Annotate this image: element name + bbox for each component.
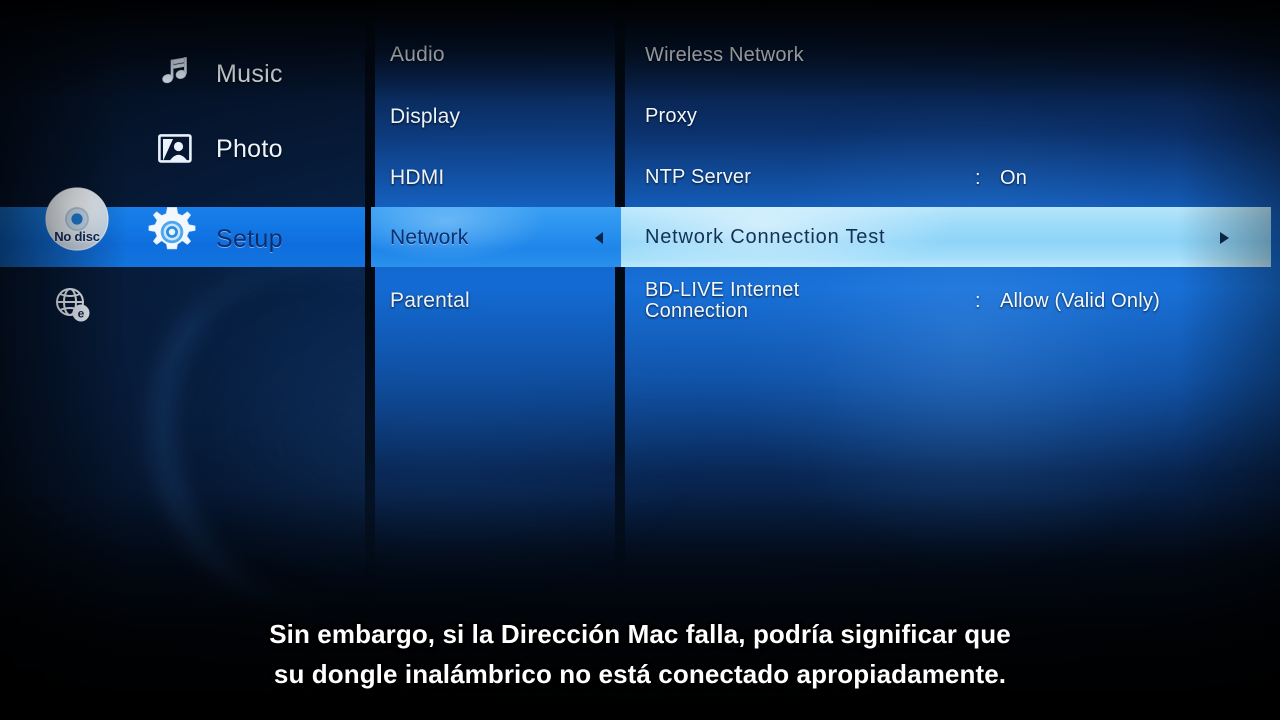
- main-menu-item-setup[interactable]: Setup: [148, 207, 283, 267]
- network-option-ntp-server[interactable]: NTP Server : On: [645, 155, 1265, 201]
- music-note-icon: [152, 51, 198, 97]
- main-menu-label-music: Music: [216, 59, 283, 88]
- network-option-bd-live-internet-connection[interactable]: BD-LIVE Internet Connection : Allow (Val…: [645, 276, 1265, 326]
- network-option-label-wireless-network: Wireless Network: [645, 44, 804, 67]
- setup-category-label-hdmi: HDMI: [390, 166, 445, 189]
- network-option-proxy[interactable]: Proxy: [645, 94, 1265, 140]
- svg-text:e: e: [78, 307, 85, 321]
- globe-e-icon: e: [56, 288, 90, 322]
- network-option-wireless-network[interactable]: Wireless Network: [645, 33, 1265, 79]
- main-menu-label-photo: Photo: [216, 134, 283, 163]
- network-option-value-bd-live: Allow (Valid Only): [1000, 290, 1160, 312]
- photo-frame-icon: [152, 126, 198, 172]
- network-option-colon-ntp-server: :: [975, 166, 981, 189]
- main-menu-item-photo[interactable]: Photo: [152, 121, 283, 177]
- network-option-label-network-connection-test: Network Connection Test: [645, 226, 886, 249]
- setup-category-label-audio: Audio: [390, 43, 445, 66]
- internet-icon-slot[interactable]: e: [50, 282, 96, 328]
- network-option-network-connection-test[interactable]: Network Connection Test: [645, 215, 1265, 261]
- setup-category-audio[interactable]: Audio: [390, 34, 615, 76]
- network-option-label-bd-live-internet-connection: BD-LIVE Internet Connection: [645, 278, 800, 322]
- network-option-colon-bd-live: :: [975, 290, 981, 312]
- subtitle-overlay: Sin embargo, si la Dirección Mac falla, …: [0, 615, 1280, 694]
- setup-category-display[interactable]: Display: [390, 96, 615, 138]
- main-menu-item-music[interactable]: Music: [152, 46, 283, 102]
- main-menu-label-setup: Setup: [216, 224, 283, 253]
- gear-icon: [148, 207, 198, 262]
- disc-icon: [45, 187, 109, 251]
- setup-category-label-display: Display: [390, 105, 461, 128]
- setup-category-label-network: Network: [390, 226, 469, 249]
- subtitle-line-2: su dongle inalámbrico no está conectado …: [273, 658, 1007, 689]
- disc-status-label: No disc: [54, 229, 100, 244]
- setup-category-network[interactable]: Network: [390, 217, 615, 259]
- chevron-right-icon: [1220, 232, 1229, 244]
- network-option-value-ntp-server: On: [1000, 166, 1028, 189]
- tv-menu-screen: No disc e Music Photo Setup Audio Displa…: [0, 0, 1280, 720]
- setup-category-label-parental: Parental: [390, 289, 470, 312]
- chevron-left-icon: [595, 232, 603, 244]
- subtitle-line-1: Sin embargo, si la Dirección Mac falla, …: [269, 619, 1011, 649]
- network-option-label-ntp-server: NTP Server: [645, 166, 752, 189]
- network-option-label-proxy: Proxy: [645, 105, 698, 128]
- disc-status-indicator: [40, 186, 114, 260]
- setup-category-hdmi[interactable]: HDMI: [390, 157, 615, 199]
- setup-category-parental[interactable]: Parental: [390, 280, 615, 322]
